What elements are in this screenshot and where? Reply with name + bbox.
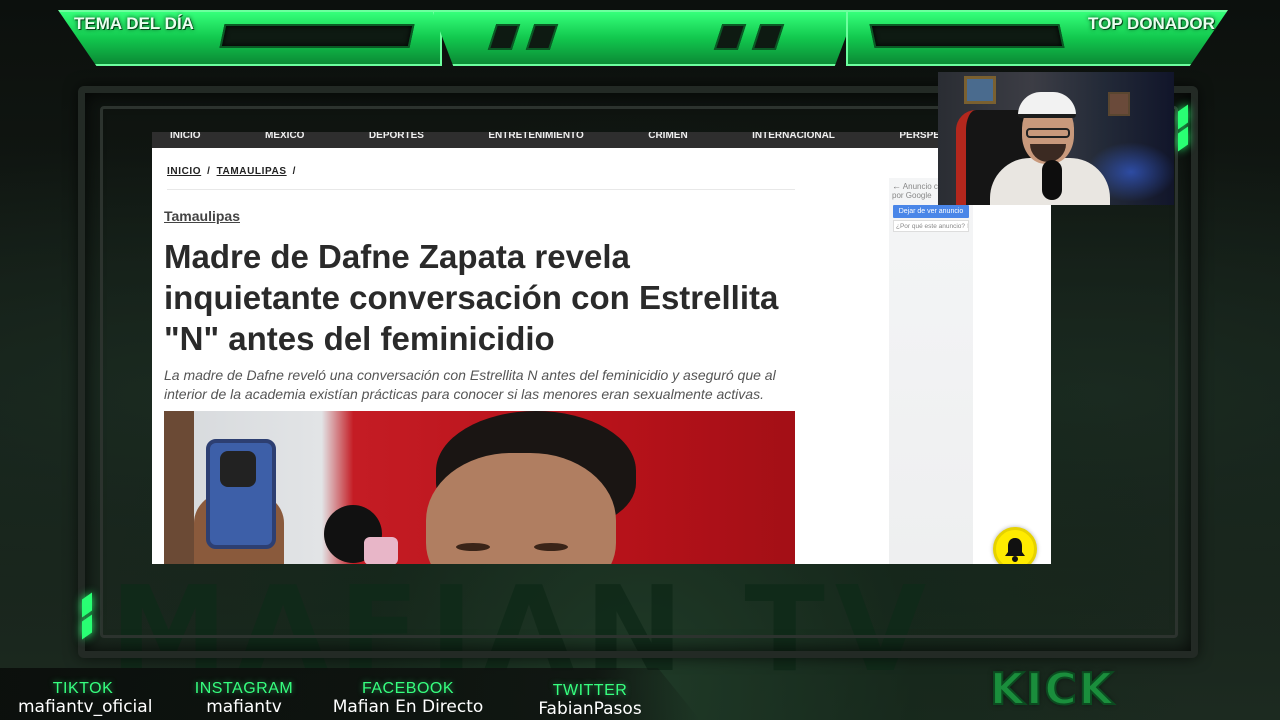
- photo-woman-face: [426, 453, 616, 564]
- photo-eye-right: [534, 543, 568, 551]
- streamer-microphone: [1042, 160, 1062, 200]
- nav-item-internacional[interactable]: INTERNACIONAL: [752, 132, 835, 144]
- social-twitter: TWITTER FabianPasos: [530, 682, 650, 719]
- article-summary: La madre de Dafne reveló una conversació…: [164, 367, 776, 402]
- site-nav-bar: INICIO MÉXICO DEPORTES ENTRETENIMIENTO C…: [152, 132, 1051, 148]
- social-instagram: INSTAGRAM mafiantv: [190, 680, 298, 717]
- photo-smartphone: [206, 439, 276, 549]
- photo-microphone-pink: [364, 537, 398, 564]
- nav-item-deportes[interactable]: DEPORTES: [369, 132, 424, 144]
- photo-person-left: [164, 411, 194, 564]
- nav-item-inicio[interactable]: INICIO: [170, 132, 201, 144]
- wall-frame-1: [964, 76, 996, 104]
- phone-camera: [220, 451, 256, 487]
- nav-item-crimen[interactable]: CRIMEN: [648, 132, 687, 144]
- social-facebook: FACEBOOK Mafian En Directo: [330, 680, 486, 717]
- streamer-glasses: [1026, 128, 1070, 138]
- wall-frame-3: [1108, 92, 1130, 116]
- article-headline: Madre de Dafne Zapata revela inquietante…: [164, 238, 779, 357]
- nav-item-mexico[interactable]: MÉXICO: [265, 132, 304, 144]
- social-handle: FabianPasos: [538, 699, 642, 719]
- streamer-webcam: [938, 72, 1174, 205]
- nav-item-entretenimiento[interactable]: ENTRETENIMIENTO: [488, 132, 583, 144]
- social-label: TWITTER: [552, 682, 628, 699]
- breadcrumb-separator: /: [207, 166, 211, 177]
- notification-bell-button[interactable]: [993, 527, 1037, 564]
- breadcrumb: INICIO / TAMAULIPAS /: [167, 166, 302, 177]
- social-handle: mafiantv_oficial: [18, 697, 153, 717]
- breadcrumb-separator: /: [292, 166, 297, 177]
- notification-bell-icon: [1005, 538, 1025, 562]
- section-link[interactable]: Tamaulipas: [164, 208, 240, 224]
- photo-eye-left: [456, 543, 490, 551]
- top-donador-label: TOP DONADOR: [1088, 14, 1215, 33]
- donador-text-slot: [869, 24, 1065, 48]
- social-tiktok: TIKTOK mafiantv_oficial: [18, 680, 153, 717]
- tema-text-slot: [219, 24, 415, 48]
- back-arrow-icon[interactable]: ←: [892, 181, 901, 191]
- social-label: FACEBOOK: [361, 680, 455, 697]
- social-handle: mafiantv: [206, 697, 282, 717]
- kick-logo: KICK: [989, 663, 1115, 716]
- social-label: INSTAGRAM: [194, 680, 294, 697]
- news-browser-window: INICIO MÉXICO DEPORTES ENTRETENIMIENTO C…: [152, 132, 1051, 564]
- social-handle: Mafian En Directo: [332, 697, 484, 717]
- breadcrumb-home-link[interactable]: INICIO: [167, 166, 201, 177]
- ad-panel: ← Anuncio cerrado por Google Dejar de ve…: [889, 178, 973, 564]
- stop-seeing-ad-button[interactable]: Dejar de ver anuncio: [893, 205, 969, 218]
- article-photo[interactable]: [164, 411, 795, 564]
- why-this-ad-button[interactable]: ¿Por qué este anuncio? ⓘ: [893, 220, 969, 232]
- social-label: TIKTOK: [52, 680, 114, 697]
- tema-del-dia-label: TEMA DEL DÍA: [74, 14, 194, 33]
- breadcrumb-divider: [167, 189, 795, 190]
- streamer-cap: [1018, 92, 1076, 118]
- breadcrumb-section-link[interactable]: TAMAULIPAS: [217, 166, 287, 177]
